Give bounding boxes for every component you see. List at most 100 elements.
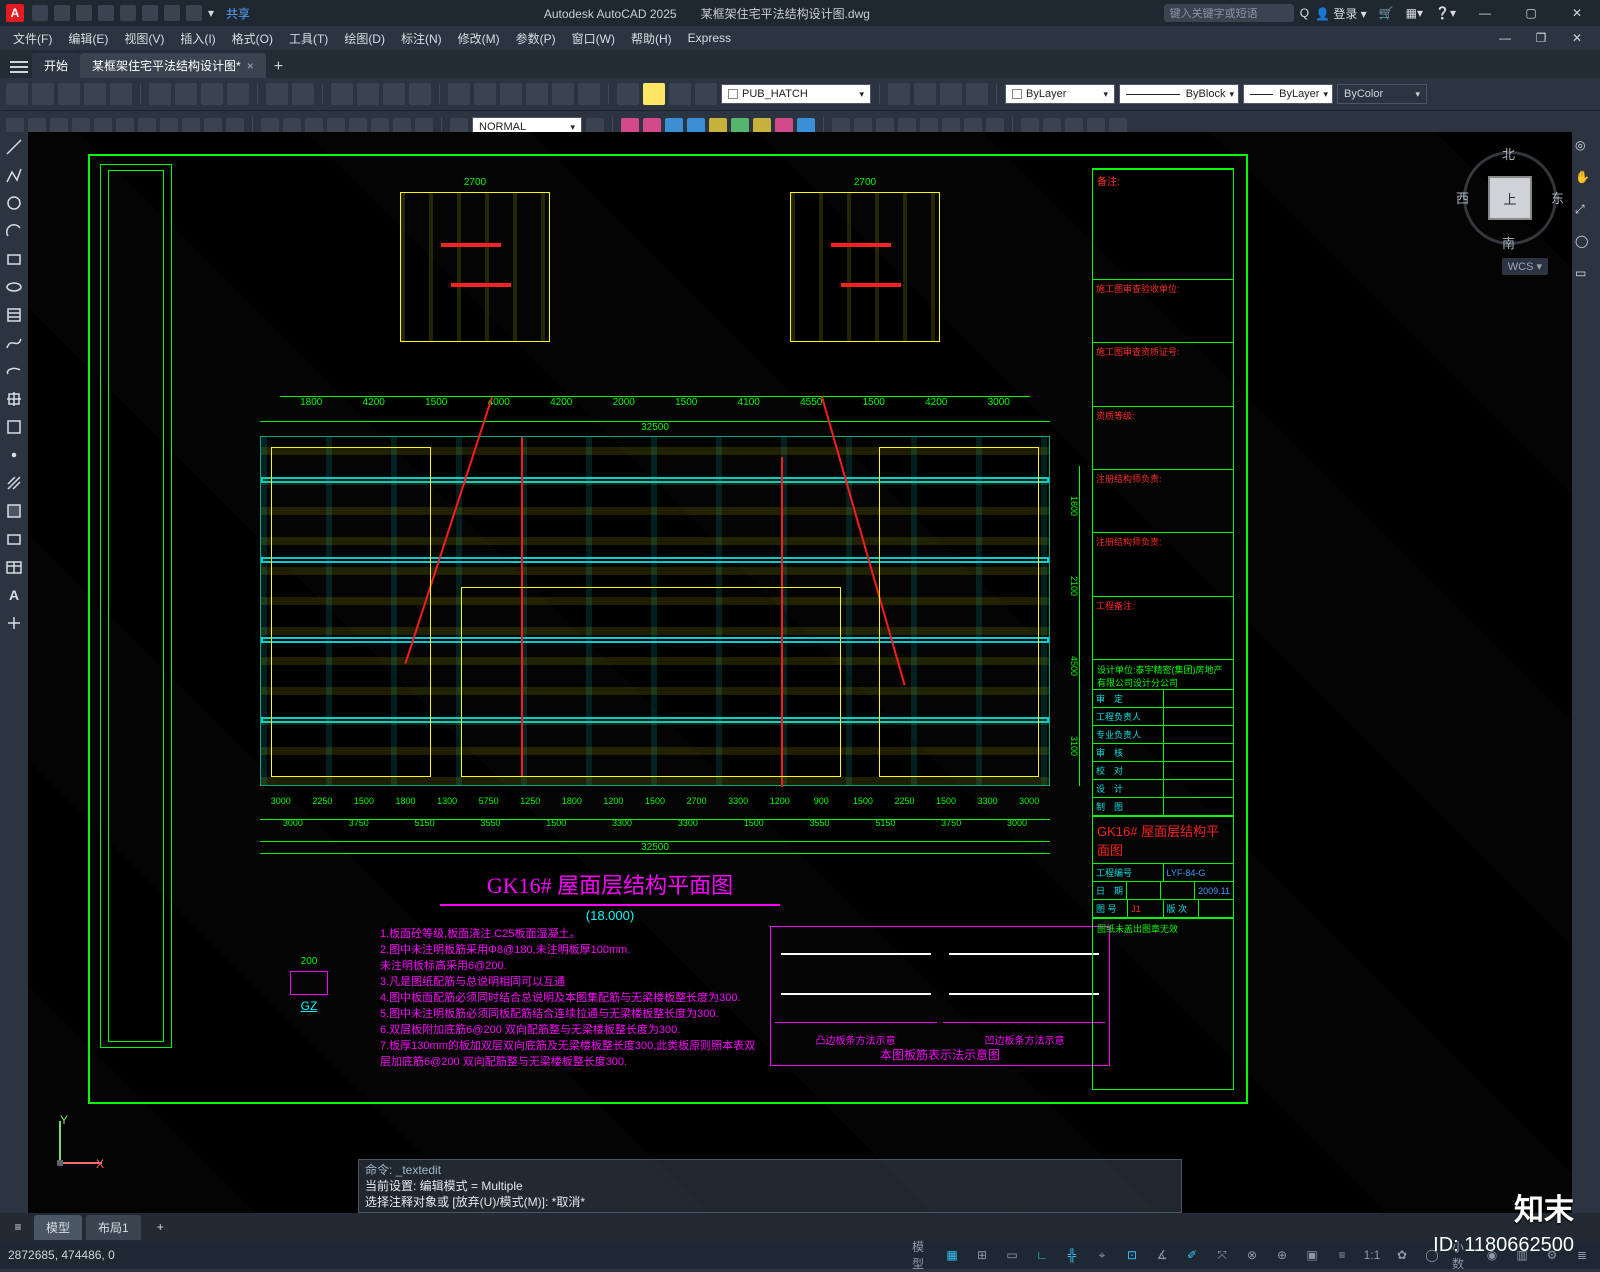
tb-copy-icon[interactable] [175, 83, 197, 105]
showmotion-icon[interactable]: ▭ [1575, 266, 1597, 288]
spline-icon[interactable] [3, 332, 25, 354]
app-icon[interactable]: A [6, 4, 24, 22]
menu-draw[interactable]: 绘图(D) [337, 28, 392, 49]
insert-icon[interactable] [3, 388, 25, 410]
layout-menu-icon[interactable]: ≡ [6, 1220, 30, 1234]
start-tab-menu-icon[interactable] [6, 56, 32, 78]
qat-web-icon[interactable] [120, 5, 136, 21]
tab-document[interactable]: 某框架住宅平法结构设计图* × [80, 53, 266, 78]
tb-toolpalettes-icon[interactable] [500, 83, 522, 105]
qat-open-icon[interactable] [54, 5, 70, 21]
menu-express[interactable]: Express [681, 29, 738, 47]
status-annovisibility-icon[interactable]: ✿ [1392, 1245, 1412, 1265]
status-transparency-icon[interactable]: ⊗ [1242, 1245, 1262, 1265]
qat-new-icon[interactable] [32, 5, 48, 21]
block-icon[interactable] [3, 416, 25, 438]
tab-layout1[interactable]: 布局1 [86, 1215, 141, 1240]
qat-saveas-icon[interactable] [98, 5, 114, 21]
tb-paste-icon[interactable] [201, 83, 223, 105]
qat-redo-icon[interactable] [186, 5, 202, 21]
status-quickprops-icon[interactable]: ≡ [1332, 1245, 1352, 1265]
tb-designcenter-icon[interactable] [474, 83, 496, 105]
compass-ring-icon[interactable] [1463, 151, 1557, 245]
color-combo[interactable]: ByLayer ▾ [1005, 84, 1115, 104]
status-annoscale[interactable]: 1:1 [1362, 1245, 1382, 1265]
qat-more-icon[interactable]: ▾ [208, 6, 214, 20]
circle-icon[interactable] [3, 192, 25, 214]
tb-match-icon[interactable] [227, 83, 249, 105]
tb-zoom-icon[interactable] [357, 83, 379, 105]
point-icon[interactable] [3, 444, 25, 466]
tb-layermgr-icon[interactable] [888, 83, 910, 105]
tab-layout-add[interactable]: + [145, 1216, 176, 1238]
tab-start[interactable]: 开始 [32, 53, 80, 78]
status-grid-icon[interactable]: ▦ [942, 1245, 962, 1265]
help-icon[interactable]: ▦▾ [1406, 6, 1423, 20]
table-icon[interactable] [3, 556, 25, 578]
status-otrack-icon[interactable]: ✐ [1182, 1245, 1202, 1265]
menu-view[interactable]: 视图(V) [117, 28, 171, 49]
tb-sun-icon[interactable] [643, 83, 665, 105]
tb-markup-icon[interactable] [552, 83, 574, 105]
layer-combo[interactable]: PUB_HATCH ▾ [721, 84, 871, 104]
pan-hand-icon[interactable]: ✋ [1575, 170, 1597, 192]
tb-save-icon[interactable] [58, 83, 80, 105]
tb-layeroff-icon[interactable] [940, 83, 962, 105]
hatch2-icon[interactable] [3, 472, 25, 494]
line-icon[interactable] [3, 136, 25, 158]
tab-model[interactable]: 模型 [34, 1215, 82, 1240]
minimize-button[interactable]: — [1468, 2, 1502, 24]
linetype-combo[interactable]: ByBlock ▾ [1119, 84, 1239, 104]
search-input[interactable]: 键入关键字或短语 [1164, 4, 1294, 22]
status-model-button[interactable]: 模型 [912, 1245, 932, 1265]
status-infer-icon[interactable]: ▭ [1002, 1245, 1022, 1265]
status-snap-icon[interactable]: ⊞ [972, 1245, 992, 1265]
share-button[interactable]: 共享 [226, 5, 250, 22]
status-polar-icon[interactable]: ╬ [1062, 1245, 1082, 1265]
ellipse-icon[interactable] [3, 276, 25, 298]
status-3dosnap-icon[interactable]: ∡ [1152, 1245, 1172, 1265]
addsel-icon[interactable] [3, 612, 25, 634]
menu-edit[interactable]: 编辑(E) [61, 28, 115, 49]
region-icon[interactable] [3, 528, 25, 550]
status-iso-icon[interactable]: ⌖ [1092, 1245, 1112, 1265]
maximize-button[interactable]: ▢ [1514, 2, 1548, 24]
lineweight-combo[interactable]: ByLayer ▾ [1243, 84, 1333, 104]
tb-sheet-icon[interactable] [526, 83, 548, 105]
tb-props-icon[interactable] [448, 83, 470, 105]
doc-close-button[interactable]: ✕ [1560, 27, 1594, 49]
menu-insert[interactable]: 插入(I) [173, 28, 222, 49]
hatch-icon[interactable] [3, 304, 25, 326]
qat-undo-icon[interactable] [164, 5, 180, 21]
status-ortho-icon[interactable]: ∟ [1032, 1245, 1052, 1265]
tb-cut-icon[interactable] [149, 83, 171, 105]
menu-modify[interactable]: 修改(M) [451, 28, 507, 49]
info-icon[interactable]: ❔▾ [1435, 6, 1456, 20]
arc-icon[interactable] [3, 220, 25, 242]
mtext-icon[interactable]: A [3, 584, 25, 606]
status-cycling-icon[interactable]: ⊕ [1272, 1245, 1292, 1265]
wcs-label[interactable]: WCS ▾ [1502, 258, 1548, 275]
tb-print-icon[interactable] [84, 83, 106, 105]
tb-open-icon[interactable] [32, 83, 54, 105]
qat-save-icon[interactable] [76, 5, 92, 21]
search-icon[interactable]: Q [1300, 6, 1309, 20]
login-button[interactable]: 👤 登录 ▾ [1315, 5, 1367, 22]
tb-redo-icon[interactable] [292, 83, 314, 105]
status-osnap-icon[interactable]: ⊡ [1122, 1245, 1142, 1265]
tb-undo-icon[interactable] [266, 83, 288, 105]
doc-restore-button[interactable]: ❐ [1524, 27, 1558, 49]
plotstyle-combo[interactable]: ByColor ▾ [1337, 84, 1427, 104]
tab-close-icon[interactable]: × [247, 59, 254, 73]
coordinate-readout[interactable]: 2872685, 474486, 0 [8, 1248, 115, 1262]
tb-light-icon[interactable] [669, 83, 691, 105]
rectangle-icon[interactable] [3, 248, 25, 270]
orbit-icon[interactable]: ◯ [1575, 234, 1597, 256]
tb-new-icon[interactable] [6, 83, 28, 105]
status-annomonitor-icon[interactable]: ▣ [1302, 1245, 1322, 1265]
menu-help[interactable]: 帮助(H) [624, 28, 679, 49]
tb-layerstate-icon[interactable] [695, 83, 717, 105]
status-customize-icon[interactable]: ≣ [1572, 1245, 1592, 1265]
tb-layerfrz-icon[interactable] [914, 83, 936, 105]
close-button[interactable]: ✕ [1560, 2, 1594, 24]
